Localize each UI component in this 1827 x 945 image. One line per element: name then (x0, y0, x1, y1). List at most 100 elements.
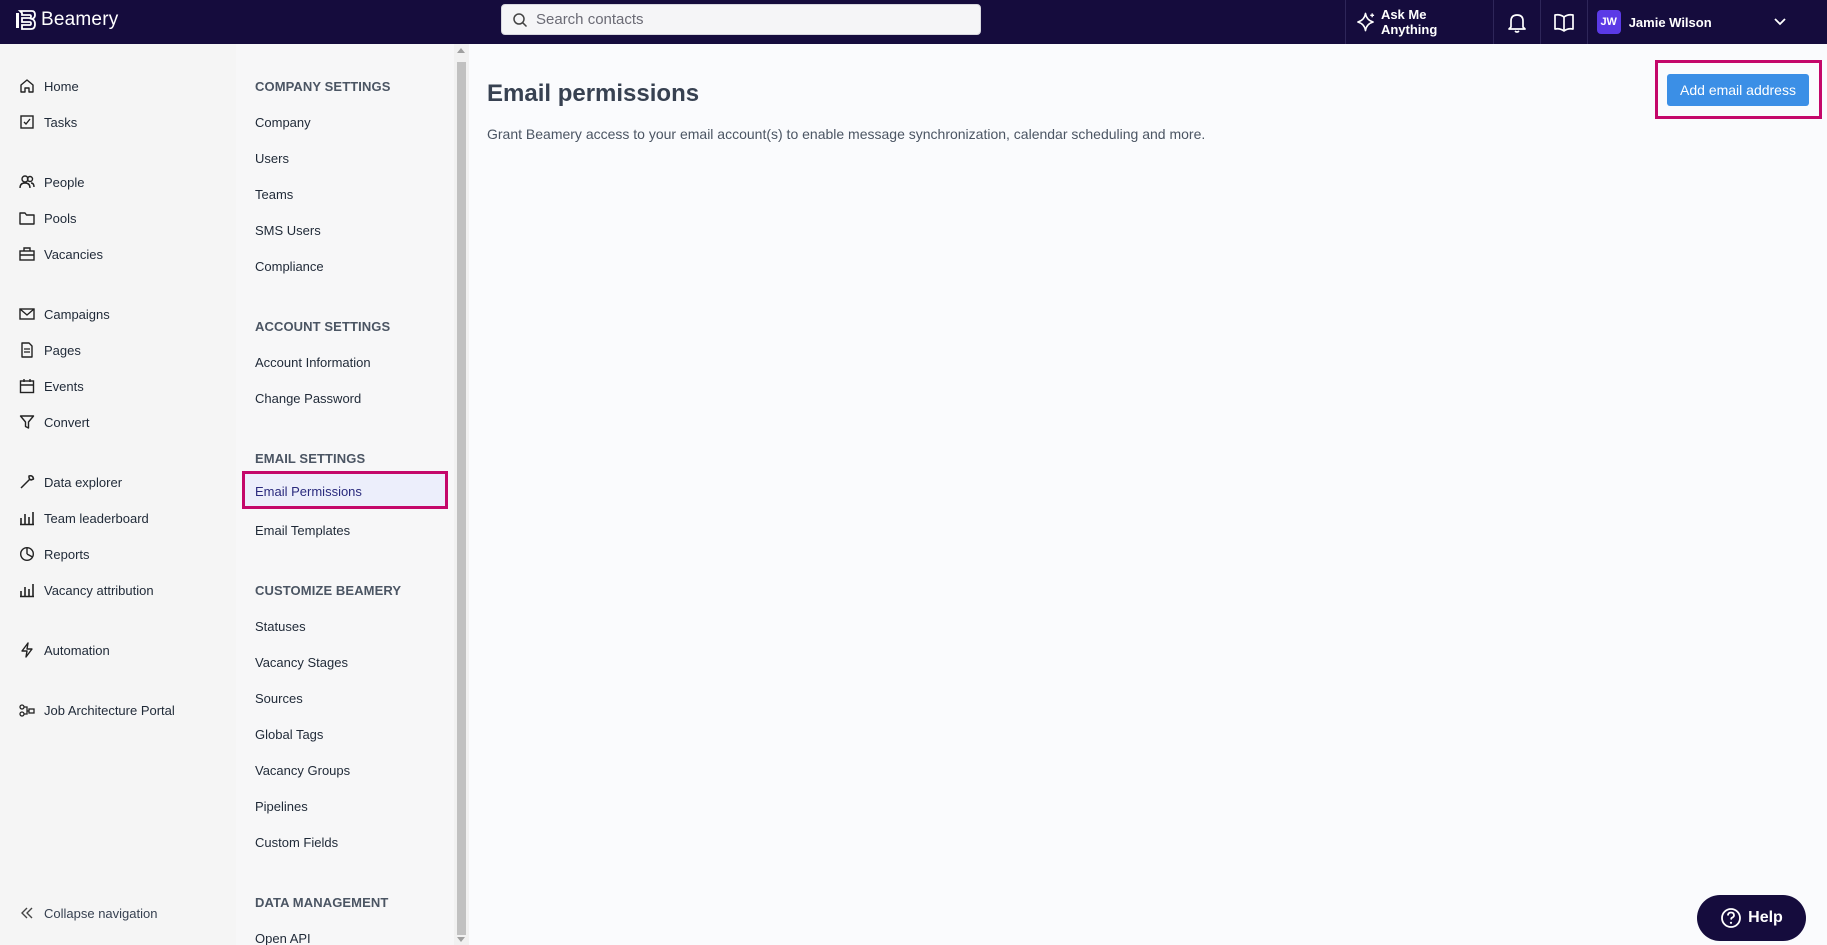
settings-item-company[interactable]: Company (255, 115, 311, 130)
nav-item-label: Data explorer (44, 474, 123, 490)
help-label: Help (1748, 909, 1783, 926)
bar-chart-icon (20, 512, 34, 526)
folder-icon (19, 212, 35, 225)
avatar: JW (1596, 10, 1621, 34)
settings-item-statuses[interactable]: Statuses (255, 619, 306, 634)
settings-item-email-templates[interactable]: Email Templates (255, 523, 350, 538)
collapse-navigation-label: Collapse navigation (44, 905, 158, 921)
page-title: Email permissions (487, 80, 700, 107)
nav-item-job-architecture-portal[interactable]: Job Architecture Portal (19, 698, 175, 722)
settings-item-account-information[interactable]: Account Information (255, 355, 371, 370)
nav-item-vacancies[interactable]: Vacancies (19, 242, 103, 266)
settings-item-vacancy-stages[interactable]: Vacancy Stages (255, 655, 348, 670)
settings-item-label: Email Permissions (255, 484, 362, 499)
settings-item-users[interactable]: Users (255, 151, 289, 166)
nav-item-pages[interactable]: Pages (19, 338, 81, 362)
settings-item-sources[interactable]: Sources (255, 691, 303, 706)
data-management-heading: DATA MANAGEMENT (255, 895, 389, 910)
search-input[interactable] (536, 11, 956, 28)
nav-item-team-leaderboard[interactable]: Team leaderboard (19, 506, 149, 530)
nav-item-label: Pages (44, 342, 81, 358)
add-email-highlight: Add email address (1655, 60, 1822, 119)
nav-item-people[interactable]: People (19, 170, 84, 194)
nav-item-home[interactable]: Home (19, 74, 79, 98)
add-email-address-button[interactable]: Add email address (1667, 74, 1809, 106)
nav-item-label: Pools (44, 210, 77, 226)
notifications-button[interactable] (1494, 0, 1540, 44)
scroll-down-arrow[interactable] (457, 937, 465, 942)
sparkle-icon (1357, 12, 1375, 32)
nav-item-tasks[interactable]: Tasks (19, 110, 77, 134)
settings-item-email-permissions[interactable]: Email Permissions (242, 471, 448, 509)
home-icon (20, 79, 34, 93)
help-button[interactable]: Help (1697, 895, 1806, 941)
settings-item-sms-users[interactable]: SMS Users (255, 223, 321, 238)
page-description: Grant Beamery access to your email accou… (487, 126, 1206, 142)
page-icon (21, 342, 33, 358)
settings-item-pipelines[interactable]: Pipelines (255, 799, 308, 814)
logo-text: Beamery (41, 9, 119, 30)
nav-item-label: Vacancy attribution (44, 582, 154, 598)
nav-item-campaigns[interactable]: Campaigns (19, 302, 110, 326)
calendar-icon (19, 379, 35, 394)
scroll-up-arrow[interactable] (457, 48, 465, 53)
search-icon (513, 12, 528, 27)
collapse-navigation-button[interactable]: Collapse navigation (19, 901, 157, 925)
nav-item-vacancy-attribution[interactable]: Vacancy attribution (19, 578, 154, 602)
settings-item-open-api[interactable]: Open API (255, 931, 311, 945)
mail-icon (19, 308, 35, 320)
ask-me-anything-label: Ask Me Anything (1380, 7, 1438, 37)
nav-item-label: Job Architecture Portal (44, 702, 175, 718)
nav-item-label: Team leaderboard (44, 510, 149, 526)
settings-item-global-tags[interactable]: Global Tags (255, 727, 323, 742)
pie-chart-icon (19, 546, 35, 562)
scrollbar-thumb[interactable] (457, 62, 466, 935)
settings-item-change-password[interactable]: Change Password (255, 391, 361, 406)
nav-item-label: People (44, 174, 85, 190)
main-content: Email permissions Grant Beamery access t… (469, 44, 1827, 945)
settings-item-teams[interactable]: Teams (255, 187, 293, 202)
settings-item-custom-fields[interactable]: Custom Fields (255, 835, 338, 850)
ask-me-anything-button[interactable]: Ask Me Anything (1346, 0, 1493, 44)
lightning-icon (21, 642, 33, 658)
settings-scrollbar[interactable] (454, 44, 469, 945)
nav-item-automation[interactable]: Automation (19, 638, 110, 662)
double-chevron-left-icon (21, 907, 33, 919)
hierarchy-icon (19, 704, 35, 717)
settings-item-compliance[interactable]: Compliance (255, 259, 324, 274)
filter-icon (19, 415, 35, 429)
bar-chart-icon (20, 584, 34, 598)
chevron-down-icon[interactable] (1770, 12, 1790, 32)
customize-beamery-heading: CUSTOMIZE BEAMERY (255, 583, 402, 598)
wrench-icon (20, 475, 35, 489)
email-settings-heading: EMAIL SETTINGS (255, 451, 366, 466)
people-icon (19, 175, 35, 189)
settings-item-vacancy-groups[interactable]: Vacancy Groups (255, 763, 350, 778)
top-bar: Beamery Ask Me Anything (0, 0, 1827, 44)
nav-item-label: Home (44, 78, 79, 94)
nav-item-events[interactable]: Events (19, 374, 84, 398)
nav-item-convert[interactable]: Convert (19, 410, 90, 434)
settings-sidebar: COMPANY SETTINGS Company Users Teams SMS… (236, 44, 469, 945)
nav-item-label: Automation (44, 642, 110, 658)
beamery-logo[interactable]: Beamery (14, 8, 118, 32)
knowledge-base-button[interactable] (1541, 0, 1587, 44)
nav-item-data-explorer[interactable]: Data explorer (19, 470, 122, 494)
nav-item-pools[interactable]: Pools (19, 206, 77, 230)
user-menu[interactable]: JW Jamie Wilson (1588, 0, 1827, 44)
nav-item-label: Convert (44, 414, 90, 430)
top-right-actions: Ask Me Anything JW Jamie Wilson (1345, 0, 1827, 44)
nav-item-label: Vacancies (44, 246, 104, 262)
account-settings-heading: ACCOUNT SETTINGS (255, 319, 391, 334)
briefcase-icon (19, 247, 35, 261)
tasks-icon (20, 115, 34, 129)
company-settings-heading: COMPANY SETTINGS (255, 79, 391, 94)
bell-icon (1508, 14, 1526, 33)
search-bar[interactable] (501, 4, 981, 35)
left-navigation: Home Tasks People Pools Vacancies Campai… (0, 44, 236, 945)
book-icon (1553, 13, 1574, 32)
nav-item-label: Events (44, 378, 84, 394)
nav-item-label: Tasks (44, 114, 78, 130)
beamery-logo-icon (16, 10, 36, 30)
nav-item-reports[interactable]: Reports (19, 542, 90, 566)
